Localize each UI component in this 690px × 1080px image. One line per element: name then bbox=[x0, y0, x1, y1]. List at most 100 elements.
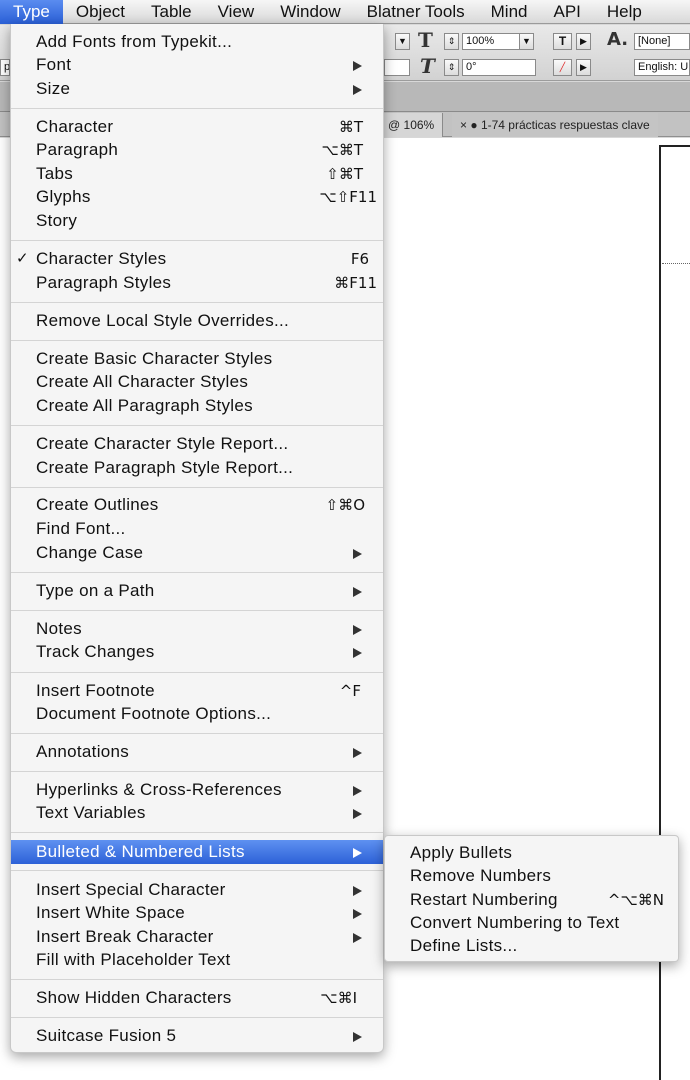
menu-item-bulleted-numbered-lists[interactable]: Bulleted & Numbered Lists bbox=[11, 840, 383, 864]
menu-item-footnote-options[interactable]: Document Footnote Options... bbox=[11, 702, 383, 726]
menu-item-label: Create Basic Character Styles bbox=[36, 349, 273, 368]
document-tab-label: 1-74 prácticas respuestas clave bbox=[480, 118, 650, 132]
lists-submenu: Apply Bullets Remove Numbers Restart Num… bbox=[384, 835, 679, 962]
menu-item-character[interactable]: Character ⌘T bbox=[11, 115, 383, 139]
left-field-stub-2[interactable]: pt bbox=[0, 59, 10, 76]
submenu-item-label: Convert Numbering to Text bbox=[410, 913, 620, 932]
menu-item-hyperlinks[interactable]: Hyperlinks & Cross-References bbox=[11, 778, 383, 802]
menu-item-fill-placeholder-text[interactable]: Fill with Placeholder Text bbox=[11, 948, 383, 972]
submenu-arrow-icon bbox=[353, 748, 362, 758]
menu-item-insert-white-space[interactable]: Insert White Space bbox=[11, 901, 383, 925]
menu-item-label: Size bbox=[36, 79, 71, 98]
menu-item-suitcase-fusion[interactable]: Suitcase Fusion 5 bbox=[11, 1024, 383, 1048]
menu-item-shortcut: F6 bbox=[350, 250, 369, 268]
leading-stepper[interactable]: ⇕ bbox=[444, 33, 459, 50]
menu-view[interactable]: View bbox=[205, 0, 268, 24]
tab-close-icon[interactable]: × ● bbox=[460, 118, 478, 132]
menu-item-shortcut: ⌘F11 bbox=[334, 274, 377, 292]
dropdown-arrow-icon[interactable]: ▼ bbox=[395, 33, 410, 50]
document-tab[interactable]: × ● 1-74 prácticas respuestas clave bbox=[452, 113, 658, 137]
menu-item-paragraph-styles[interactable]: Paragraph Styles ⌘F11 bbox=[11, 271, 383, 295]
menu-item-paragraph[interactable]: Paragraph ⌥⌘T bbox=[11, 138, 383, 162]
skew-input[interactable]: 0° bbox=[462, 59, 536, 76]
menu-separator bbox=[11, 979, 383, 980]
menu-item-type-on-path[interactable]: Type on a Path bbox=[11, 579, 383, 603]
submenu-arrow-icon bbox=[353, 933, 362, 943]
menu-item-notes[interactable]: Notes bbox=[11, 617, 383, 641]
menu-item-glyphs[interactable]: Glyphs ⌥⇧F11 bbox=[11, 185, 383, 209]
menu-separator bbox=[11, 832, 383, 833]
menu-separator bbox=[11, 425, 383, 426]
menu-item-label: Paragraph Styles bbox=[36, 273, 172, 292]
margin-guide bbox=[662, 263, 690, 264]
submenu-item-apply-bullets[interactable]: Apply Bullets bbox=[385, 841, 678, 865]
menu-item-annotations[interactable]: Annotations bbox=[11, 740, 383, 764]
stroke-none-icon[interactable]: ╱ bbox=[553, 59, 572, 76]
text-fill-icon[interactable]: T bbox=[553, 33, 572, 50]
menu-item-label: Fill with Placeholder Text bbox=[36, 950, 231, 969]
submenu-arrow-icon bbox=[353, 848, 362, 858]
fill-menu-arrow-icon[interactable]: ▶ bbox=[576, 33, 591, 50]
menu-item-label: Track Changes bbox=[36, 642, 155, 661]
menu-window[interactable]: Window bbox=[267, 0, 353, 24]
menu-item-font[interactable]: Font bbox=[11, 53, 383, 77]
menu-item-insert-special-character[interactable]: Insert Special Character bbox=[11, 878, 383, 902]
menu-separator bbox=[11, 610, 383, 611]
menu-api[interactable]: API bbox=[540, 0, 593, 24]
menu-blatner-tools[interactable]: Blatner Tools bbox=[354, 0, 478, 24]
submenu-item-label: Restart Numbering bbox=[410, 890, 558, 909]
menu-help[interactable]: Help bbox=[594, 0, 655, 24]
language-select[interactable]: English: U bbox=[634, 59, 690, 76]
stroke-menu-arrow-icon[interactable]: ▶ bbox=[576, 59, 591, 76]
menu-item-size[interactable]: Size bbox=[11, 77, 383, 101]
menu-item-create-outlines[interactable]: Create Outlines ⇧⌘O bbox=[11, 493, 383, 517]
menu-mind[interactable]: Mind bbox=[478, 0, 541, 24]
menu-item-remove-local-overrides[interactable]: Remove Local Style Overrides... bbox=[11, 309, 383, 333]
submenu-item-convert-numbering[interactable]: Convert Numbering to Text bbox=[385, 911, 678, 935]
menu-item-show-hidden-characters[interactable]: Show Hidden Characters ⌥⌘I bbox=[11, 986, 383, 1010]
menu-item-label: Document Footnote Options... bbox=[36, 704, 272, 723]
submenu-arrow-icon bbox=[353, 809, 362, 819]
menu-item-text-variables[interactable]: Text Variables bbox=[11, 801, 383, 825]
submenu-arrow-icon bbox=[353, 61, 362, 71]
menu-item-find-font[interactable]: Find Font... bbox=[11, 517, 383, 541]
menu-item-char-style-report[interactable]: Create Character Style Report... bbox=[11, 432, 383, 456]
menu-item-label: Character bbox=[36, 117, 114, 136]
submenu-item-restart-numbering[interactable]: Restart Numbering ^⌥⌘N bbox=[385, 888, 678, 912]
skew-stepper[interactable]: ⇕ bbox=[444, 59, 459, 76]
submenu-item-define-lists[interactable]: Define Lists... bbox=[385, 934, 678, 958]
menu-item-shortcut: ⌥⌘I bbox=[320, 989, 357, 1007]
leading-dropdown[interactable]: ▼ bbox=[519, 33, 534, 50]
menu-item-label: Create All Character Styles bbox=[36, 372, 249, 391]
menu-item-change-case[interactable]: Change Case bbox=[11, 541, 383, 565]
menu-object[interactable]: Object bbox=[63, 0, 138, 24]
menu-item-story[interactable]: Story bbox=[11, 209, 383, 233]
menu-item-insert-break-character[interactable]: Insert Break Character bbox=[11, 925, 383, 949]
menu-item-shortcut: ⌘T bbox=[338, 118, 363, 136]
menu-type[interactable]: Type bbox=[0, 0, 63, 24]
menu-item-label: Text Variables bbox=[36, 803, 146, 822]
menu-table[interactable]: Table bbox=[138, 0, 205, 24]
menu-item-character-styles[interactable]: ✓ Character Styles F6 bbox=[11, 247, 383, 271]
menu-separator bbox=[11, 302, 383, 303]
leading-input[interactable]: 100% bbox=[462, 33, 520, 50]
menu-item-para-style-report[interactable]: Create Paragraph Style Report... bbox=[11, 456, 383, 480]
field-stub[interactable] bbox=[384, 59, 410, 76]
menu-separator bbox=[11, 340, 383, 341]
menu-item-label: Notes bbox=[36, 619, 82, 638]
menu-item-track-changes[interactable]: Track Changes bbox=[11, 640, 383, 664]
menu-item-label: Create Paragraph Style Report... bbox=[36, 458, 294, 477]
type-menu: Add Fonts from Typekit... Font Size Char… bbox=[10, 24, 384, 1053]
menu-item-insert-footnote[interactable]: Insert Footnote ^F bbox=[11, 679, 383, 703]
character-style-select[interactable]: [None] bbox=[634, 33, 690, 50]
menu-item-add-fonts-typekit[interactable]: Add Fonts from Typekit... bbox=[11, 30, 383, 54]
menu-item-label: Character Styles bbox=[36, 249, 167, 268]
leading-icon: T bbox=[418, 28, 433, 52]
submenu-item-remove-numbers[interactable]: Remove Numbers bbox=[385, 864, 678, 888]
submenu-arrow-icon bbox=[353, 587, 362, 597]
menu-item-create-all-char-styles[interactable]: Create All Character Styles bbox=[11, 370, 383, 394]
menu-item-create-all-para-styles[interactable]: Create All Paragraph Styles bbox=[11, 394, 383, 418]
menu-item-create-basic-char-styles[interactable]: Create Basic Character Styles bbox=[11, 347, 383, 371]
menu-item-label: Font bbox=[36, 55, 72, 74]
menu-item-tabs[interactable]: Tabs ⇧⌘T bbox=[11, 162, 383, 186]
